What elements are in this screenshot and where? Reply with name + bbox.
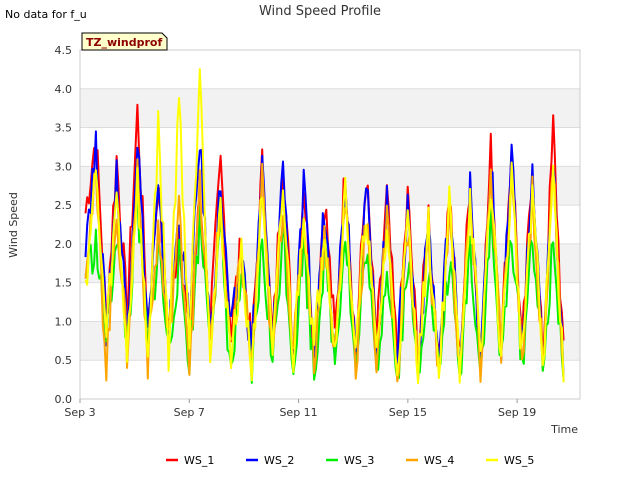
legend-label: WS_4 [424, 454, 454, 467]
x-tick-label: Sep 3 [64, 406, 95, 419]
y-tick-label: 4.0 [55, 83, 73, 96]
legend-label: WS_5 [504, 454, 534, 467]
y-tick-label: 0.0 [55, 393, 73, 406]
plot-band [80, 88, 580, 128]
y-tick-label: 3.0 [55, 160, 73, 173]
x-tick-label: Sep 11 [279, 406, 317, 419]
wind-speed-chart: 0.0 0.5 1.0 1.5 2.0 2.5 3.0 3.5 4.0 4.5 Sep 3 Sep … [0, 0, 640, 480]
chart-title: Wind Speed Profile [259, 4, 381, 19]
y-tick-label: 3.5 [55, 122, 73, 135]
legend-label: WS_2 [264, 454, 294, 467]
x-axis-label: Time [550, 423, 578, 436]
y-tick-label: 0.5 [55, 354, 73, 367]
x-tick-label: Sep 19 [498, 406, 536, 419]
plot-band [80, 360, 580, 399]
y-tick-label: 4.5 [55, 44, 73, 57]
station-badge: TZ_windprof [81, 32, 168, 51]
y-axis-label: Wind Speed [7, 192, 20, 258]
legend-label: WS_3 [344, 454, 374, 467]
y-tick-label: 2.0 [55, 238, 73, 251]
y-tick-label: 1.0 [55, 315, 73, 328]
plot-band [80, 50, 580, 89]
x-tick-label: Sep 7 [174, 406, 205, 419]
station-badge-label: TZ_windprof [86, 36, 162, 49]
y-tick-label: 2.5 [55, 199, 73, 212]
y-tick-label: 1.5 [55, 277, 73, 290]
no-data-note: No data for f_u [5, 8, 87, 21]
x-tick-label: Sep 15 [389, 406, 427, 419]
plot-band [80, 127, 580, 167]
legend-label: WS_1 [184, 454, 214, 467]
